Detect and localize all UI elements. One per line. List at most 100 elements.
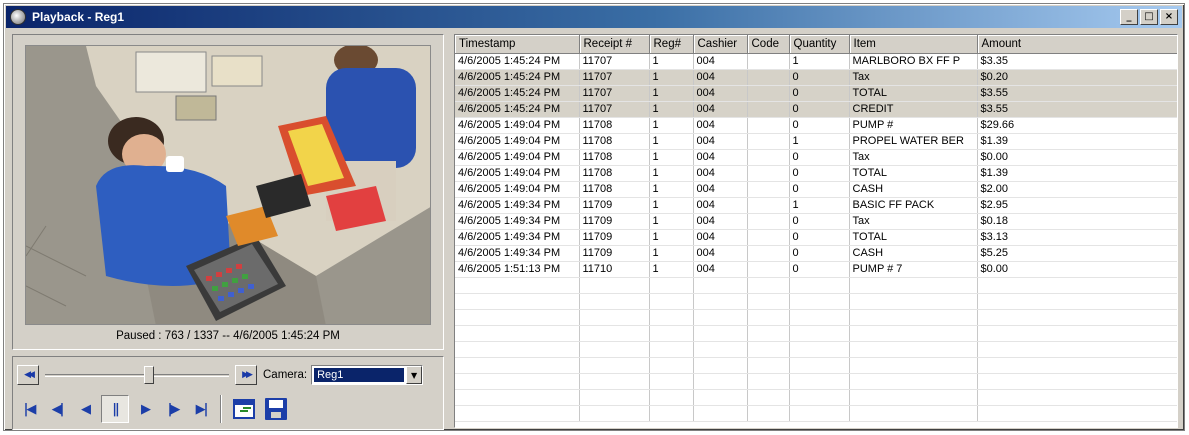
table-cell: 1 [649,245,694,262]
table-row[interactable]: 4/6/2005 1:49:34 PM 11709 1 004 0 CASH $5.25 [455,245,1177,262]
column-header[interactable]: Amount [977,35,1177,54]
table-cell [977,373,1177,390]
table-cell [747,165,790,182]
table-cell: 11707 [579,53,650,70]
table-row[interactable]: 4/6/2005 1:51:13 PM 11710 1 004 0 PUMP # 7 $0.… [455,261,1177,278]
table-cell: 004 [693,261,748,278]
table-cell [693,405,748,422]
seek-slider[interactable] [43,365,231,385]
table-cell: CREDIT [849,101,978,118]
video-image [26,46,430,324]
table-row[interactable]: 4/6/2005 1:49:34 PM 11709 1 004 0 Tax $0.18 [455,213,1177,230]
empty-row [455,293,1177,310]
table-cell [649,309,694,326]
title-bar[interactable]: Playback - Reg1 _ □ × [6,6,1182,28]
table-cell [747,69,790,86]
table-cell: 4/6/2005 1:49:04 PM [455,133,580,150]
table-cell: TOTAL [849,229,978,246]
table-cell [789,357,850,374]
table-cell: 4/6/2005 1:49:34 PM [455,213,580,230]
column-header[interactable]: Item [849,35,978,54]
transaction-table: Timestamp Receipt # Reg# Cashier Code Quantit… [455,35,1177,422]
table-cell: 0 [789,149,850,166]
step-forward-button[interactable]: |▶ [161,395,185,423]
table-row[interactable]: 4/6/2005 1:49:04 PM 11708 1 004 0 TOTAL $1.39 [455,165,1177,182]
column-header[interactable]: Code [747,35,790,54]
close-button[interactable]: × [1160,9,1178,25]
empty-row [455,373,1177,390]
table-cell: 1 [649,149,694,166]
table-cell: $2.95 [977,197,1177,214]
last-frame-button[interactable]: ▶| [189,395,213,423]
table-cell [789,373,850,390]
table-cell: $1.39 [977,133,1177,150]
table-cell: $0.20 [977,69,1177,86]
chevron-down-icon[interactable]: ▼ [406,366,423,384]
window-controls: _ □ × [1120,9,1178,25]
column-header[interactable]: Receipt # [579,35,650,54]
table-cell [747,309,790,326]
table-cell [789,405,850,422]
table-row[interactable]: 4/6/2005 1:45:24 PM 11707 1 004 0 CREDIT $3.55 [455,101,1177,118]
table-cell [455,293,580,310]
table-cell: 004 [693,53,748,70]
table-cell [747,277,790,294]
window-title: Playback - Reg1 [32,10,125,24]
table-row[interactable]: 4/6/2005 1:49:34 PM 11709 1 004 1 BASIC FF PA… [455,197,1177,214]
table-cell [747,341,790,358]
table-cell: 4/6/2005 1:49:34 PM [455,197,580,214]
table-row[interactable]: 4/6/2005 1:49:04 PM 11708 1 004 1 PROPEL WATE… [455,133,1177,150]
table-cell [789,309,850,326]
step-back-button[interactable]: ◀| [45,395,69,423]
slider-thumb[interactable] [144,366,154,384]
fast-forward-button[interactable]: ▶▶ [235,365,257,385]
column-header[interactable]: Timestamp [455,35,580,54]
table-cell: 4/6/2005 1:49:34 PM [455,229,580,246]
column-header[interactable]: Quantity [789,35,850,54]
table-cell [977,309,1177,326]
play-button[interactable]: ▶ [133,395,157,423]
table-row[interactable]: 4/6/2005 1:45:24 PM 11707 1 004 0 TOTAL $3.55 [455,85,1177,102]
table-cell [849,405,978,422]
fast-rewind-button[interactable]: ◀◀ [17,365,39,385]
table-cell [789,341,850,358]
table-cell: 4/6/2005 1:45:24 PM [455,69,580,86]
table-row[interactable]: 4/6/2005 1:49:04 PM 11708 1 004 0 PUMP # $29.6… [455,117,1177,134]
table-cell: $1.39 [977,165,1177,182]
first-frame-button[interactable]: |◀ [17,395,41,423]
table-cell: $3.55 [977,101,1177,118]
table-cell [693,309,748,326]
table-cell [693,389,748,406]
table-cell: PROPEL WATER BER [849,133,978,150]
table-cell [747,293,790,310]
table-cell: 004 [693,149,748,166]
table-row[interactable]: 4/6/2005 1:45:24 PM 11707 1 004 1 MARLBORO BX… [455,53,1177,70]
table-cell [649,341,694,358]
table-cell: 11707 [579,85,650,102]
table-cell: 004 [693,165,748,182]
table-cell [789,277,850,294]
playback-buttons: |◀ ◀| ◀ || ▶ |▶ ▶| [17,395,287,423]
step-forward-icon: |▶ [167,401,181,417]
column-header[interactable]: Cashier [693,35,748,54]
table-cell: 0 [789,117,850,134]
table-cell [747,389,790,406]
table-row[interactable]: 4/6/2005 1:49:34 PM 11709 1 004 0 TOTAL $3.13 [455,229,1177,246]
table-cell: $0.18 [977,213,1177,230]
empty-row [455,309,1177,326]
pause-button[interactable]: || [101,395,129,423]
column-header[interactable]: Reg# [649,35,694,54]
minimize-button[interactable]: _ [1120,9,1138,25]
table-cell [579,293,650,310]
table-cell: 0 [789,261,850,278]
play-reverse-button[interactable]: ◀ [73,395,97,423]
table-row[interactable]: 4/6/2005 1:49:04 PM 11708 1 004 0 Tax $0.00 [455,149,1177,166]
table-cell [579,405,650,422]
table-cell: $3.13 [977,229,1177,246]
table-row[interactable]: 4/6/2005 1:45:24 PM 11707 1 004 0 Tax $0.20 [455,69,1177,86]
save-icon[interactable] [265,398,287,420]
table-row[interactable]: 4/6/2005 1:49:04 PM 11708 1 004 0 CASH $2.00 [455,181,1177,198]
maximize-button[interactable]: □ [1140,9,1158,25]
export-icon[interactable] [233,399,255,419]
camera-select[interactable]: Reg1 ▼ [311,365,424,385]
